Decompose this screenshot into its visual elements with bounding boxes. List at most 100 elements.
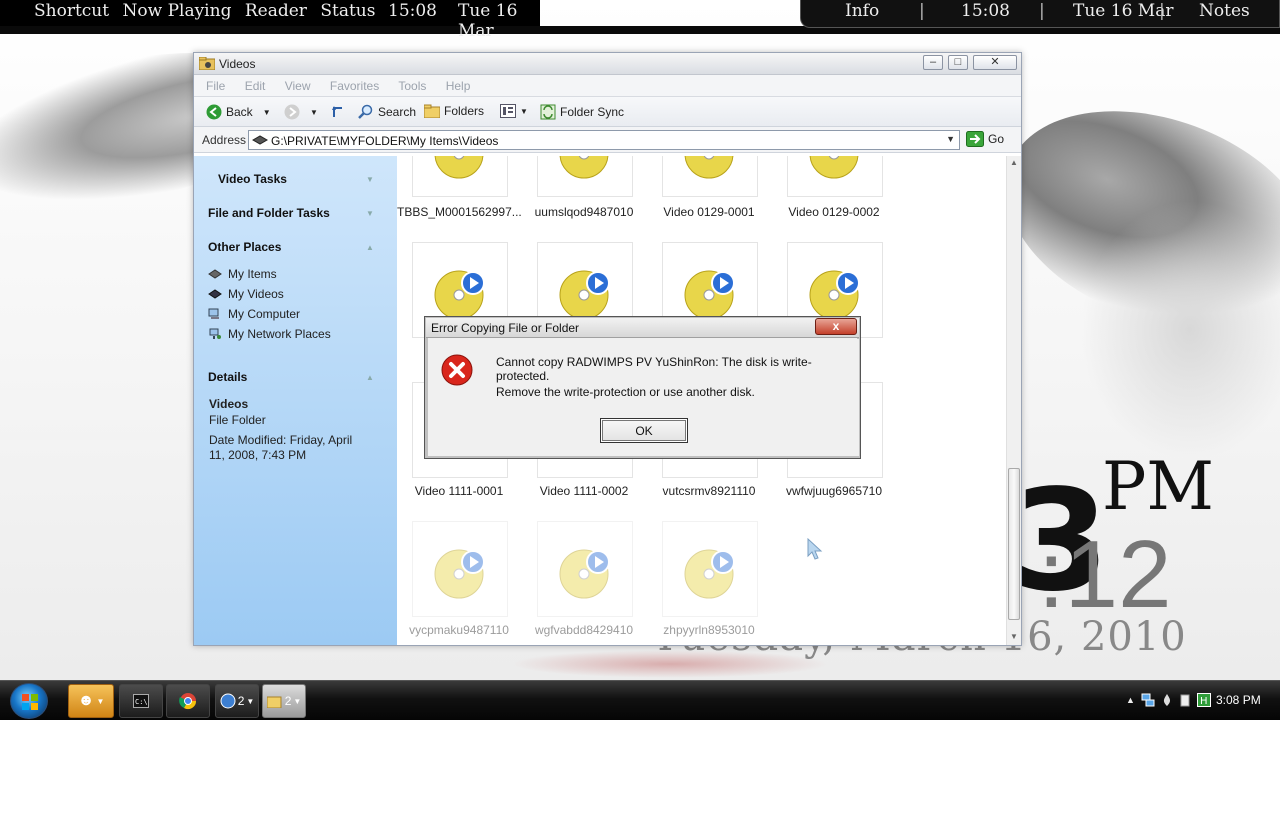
bar-reader[interactable]: Reader: [245, 1, 307, 21]
network-icon[interactable]: [1141, 693, 1155, 707]
place-my-computer[interactable]: My Computer: [208, 307, 300, 321]
taskbar-clock[interactable]: 3:08 PM: [1216, 693, 1261, 707]
bar-right-time: 15:08: [961, 1, 1010, 21]
scroll-up-icon[interactable]: ▲: [1010, 158, 1018, 167]
bar-shortcut[interactable]: Shortcut: [34, 1, 109, 21]
scrollbar-thumb[interactable]: [1008, 468, 1020, 620]
folders-label: Folders: [444, 104, 485, 118]
search-button[interactable]: Search: [358, 104, 416, 120]
place-label: My Network Places: [228, 327, 331, 341]
taskbar-group-a[interactable]: 2 ▼: [215, 684, 259, 718]
taskbar-messenger[interactable]: ☻ ▼: [68, 684, 114, 718]
chevron-down-icon[interactable]: ▼: [366, 175, 374, 184]
bar-notes[interactable]: Notes: [1199, 1, 1250, 21]
chevron-down-icon[interactable]: ▼: [310, 108, 318, 117]
file-name: vwfwjuug6965710: [785, 484, 883, 498]
forward-arrow-icon: [284, 104, 300, 120]
menu-help[interactable]: Help: [446, 79, 471, 93]
drive-icon: [252, 135, 268, 145]
vertical-scrollbar[interactable]: ▲ ▼: [1006, 156, 1021, 645]
file-name: uumslqod9487010: [534, 205, 634, 219]
bar-info[interactable]: Info: [845, 1, 879, 21]
video-disc-icon: [434, 156, 484, 179]
folders-button[interactable]: Folders: [424, 104, 484, 118]
dialog-close-button[interactable]: x: [815, 318, 857, 335]
place-my-items[interactable]: My Items: [208, 267, 277, 281]
system-tray: ▲ H: [1126, 693, 1211, 707]
search-icon: [358, 104, 373, 119]
ok-button[interactable]: OK: [600, 418, 688, 443]
minimize-button[interactable]: –: [923, 55, 943, 70]
file-name: zhpyyrln8953010: [663, 623, 755, 637]
folder-sync-button[interactable]: Folder Sync: [540, 104, 624, 120]
taskbar-group-explorer[interactable]: 2 ▼: [262, 684, 306, 718]
bar-now-playing[interactable]: Now Playing: [123, 1, 232, 21]
file-name: Video 1111-0001: [414, 484, 504, 498]
address-bar: Address G:\PRIVATE\MYFOLDER\My Items\Vid…: [194, 127, 1021, 153]
menu-tools[interactable]: Tools: [398, 79, 426, 93]
menu-view[interactable]: View: [285, 79, 311, 93]
file-thumbnail: [662, 156, 758, 197]
menu-favorites[interactable]: Favorites: [330, 79, 379, 93]
file-name: Video 0129-0002: [788, 205, 880, 219]
chevron-down-icon[interactable]: ▼: [366, 209, 374, 218]
go-button[interactable]: Go: [966, 131, 1004, 147]
windows-logo-icon: [22, 694, 38, 710]
file-name: TBBS_M0001562997...: [397, 205, 522, 219]
start-button[interactable]: [10, 683, 48, 719]
scroll-down-icon[interactable]: ▼: [1010, 632, 1018, 641]
taskbar-chrome[interactable]: [166, 684, 210, 718]
chevron-down-icon[interactable]: ▼: [263, 108, 271, 117]
back-button[interactable]: Back ▼: [206, 104, 271, 120]
chevron-down-icon: ▼: [293, 696, 302, 706]
place-label: My Computer: [228, 307, 301, 321]
window-titlebar[interactable]: Videos – □ ✕: [194, 53, 1021, 75]
maximize-button[interactable]: □: [948, 55, 968, 70]
place-my-videos[interactable]: My Videos: [208, 287, 284, 301]
bar-status[interactable]: Status: [320, 1, 375, 21]
file-name: Video 1111-0002: [539, 484, 629, 498]
tray-expand-icon[interactable]: ▲: [1126, 695, 1135, 705]
chevron-up-icon[interactable]: ▲: [366, 243, 374, 252]
back-label: Back: [226, 105, 253, 119]
other-places-header[interactable]: Other Places: [208, 240, 281, 254]
folder-icon: [266, 696, 282, 708]
taskbar-command-prompt[interactable]: C:\: [119, 684, 163, 718]
dialog-titlebar[interactable]: Error Copying File or Folder: [426, 318, 859, 338]
place-my-network-places[interactable]: My Network Places: [208, 327, 331, 341]
app-tray-icon[interactable]: H: [1196, 693, 1211, 707]
forward-button[interactable]: ▼: [284, 104, 318, 120]
file-thumbnail: [412, 521, 508, 617]
file-folder-tasks-header[interactable]: File and Folder Tasks: [208, 206, 330, 220]
svg-text:C:\: C:\: [135, 698, 148, 706]
menu-edit[interactable]: Edit: [245, 79, 266, 93]
detail-modified: Date Modified: Friday, April: [209, 433, 353, 447]
terminal-icon: C:\: [133, 694, 149, 708]
mouse-cursor-icon: [807, 537, 825, 563]
video-disc-icon: [559, 156, 609, 179]
search-label: Search: [378, 105, 417, 119]
folder-sync-label: Folder Sync: [560, 105, 625, 119]
folder-sync-icon: [540, 104, 556, 120]
video-tasks-header[interactable]: Video Tasks: [218, 172, 287, 186]
file-name: vycpmaku9487110: [409, 623, 509, 637]
volume-icon[interactable]: [1161, 693, 1173, 707]
chevron-up-icon[interactable]: ▲: [366, 373, 374, 382]
menu-file[interactable]: File: [206, 79, 225, 93]
details-header[interactable]: Details: [208, 370, 247, 384]
bar-separator: |: [1039, 1, 1045, 21]
rainmeter-bar-left: Shortcut Now Playing Reader Status 15:08…: [0, 0, 540, 41]
back-arrow-icon: [206, 104, 222, 120]
rainmeter-bar-right: Info | 15:08 | Tue 16 Mar | Notes: [800, 0, 1280, 28]
file-thumbnail: [662, 521, 758, 617]
views-button[interactable]: ▼: [500, 104, 528, 118]
close-button[interactable]: ✕: [973, 55, 1017, 70]
address-input[interactable]: G:\PRIVATE\MYFOLDER\My Items\Videos ▼: [248, 130, 960, 150]
file-thumbnail: [537, 521, 633, 617]
chevron-down-icon[interactable]: ▼: [946, 134, 955, 144]
address-path: G:\PRIVATE\MYFOLDER\My Items\Videos: [271, 134, 499, 148]
file-name: vutcsrmv8921110: [662, 484, 756, 498]
chevron-down-icon[interactable]: ▼: [520, 107, 528, 116]
up-folder-button[interactable]: [331, 104, 345, 118]
power-icon[interactable]: [1179, 693, 1191, 707]
